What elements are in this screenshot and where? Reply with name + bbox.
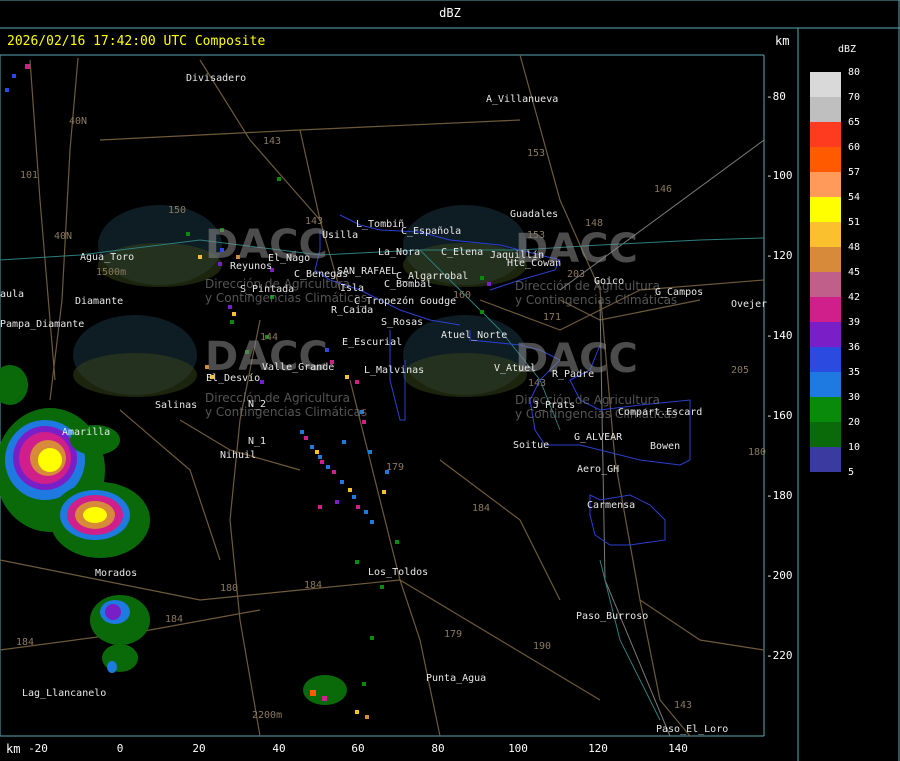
road-label: 180 — [220, 583, 239, 594]
road-label: 143 — [263, 136, 282, 147]
place-label: R_Caida — [331, 305, 374, 316]
road-label: 143 — [305, 216, 324, 227]
place-label: L_Malvinas — [364, 365, 425, 376]
watermark-sub1: Dirección de Agricultura — [515, 279, 660, 293]
place-label: El_Nago — [268, 253, 311, 264]
place-label: N_1 — [248, 436, 267, 447]
place-label: Usilla — [322, 230, 359, 241]
place-label: Soitue — [513, 440, 550, 451]
place-label: Valle_Grande — [262, 362, 335, 373]
place-label: G_ALVEAR — [574, 432, 623, 443]
watermark-sub2: y Contingencias Climáticas — [205, 405, 367, 419]
road-label: 184 — [472, 503, 491, 514]
place-label: Guadales — [510, 209, 559, 220]
place-label: C_Bombal — [384, 279, 433, 290]
place-label: aula — [0, 289, 25, 300]
place-label: E_Escurial — [342, 337, 403, 348]
place-label: R_Padre — [552, 369, 595, 380]
place-label: Hte_Cowan — [507, 258, 562, 269]
watermark-sub2: y Contingencias Climáticas — [515, 293, 677, 307]
place-label: J_Prats — [533, 400, 576, 411]
place-label: S_Pintada — [240, 284, 295, 295]
road-label: 205 — [731, 365, 750, 376]
road-label: 40N — [69, 116, 88, 127]
road-label: 179 — [386, 462, 405, 473]
road-label: 1500m — [96, 267, 127, 278]
place-label: Ovejer — [731, 299, 768, 310]
place-label: Salinas — [155, 400, 198, 411]
place-label: N_2 — [248, 399, 267, 410]
place-label: Compart.Escard — [618, 407, 703, 418]
place-label: Amarilla — [62, 427, 111, 438]
road-label: 153 — [527, 230, 546, 241]
place-label: La_Nora — [378, 247, 421, 258]
place-label: L_Tombiñ — [356, 219, 405, 230]
place-label: Pampa_Diamante — [0, 319, 85, 330]
road-label: 153 — [527, 148, 546, 159]
road-label: 148 — [585, 218, 604, 229]
place-label: El_Desvío — [206, 373, 261, 384]
place-label: S_Rosas — [381, 317, 424, 328]
road-label: 40N — [54, 231, 73, 242]
road-label: 184 — [16, 637, 35, 648]
road-label: 171 — [543, 312, 562, 323]
place-label: Goudge — [420, 296, 457, 307]
place-label: Paso_El_Loro — [656, 724, 729, 735]
road-label: 2200m — [252, 710, 283, 721]
watermark-text-layer: DACC Dirección de Agricultura y Continge… — [205, 222, 677, 421]
road-label: 203 — [567, 269, 586, 280]
road-label: 184 — [304, 580, 323, 591]
road-label: 146 — [654, 184, 673, 195]
place-label: Los_Toldos — [368, 567, 429, 578]
place-label: Divisadero — [186, 73, 247, 84]
place-label: Morados — [95, 568, 138, 579]
place-label: Nihuil — [220, 450, 257, 461]
place-label: SAN_RAFAEL — [337, 266, 398, 277]
place-label: Diamante — [75, 296, 124, 307]
place-label: Lag_Llancanelo — [22, 688, 107, 699]
place-label: Carmensa — [587, 500, 636, 511]
place-label: Bowen — [650, 441, 681, 452]
place-label: V_Atuel — [494, 363, 537, 374]
road-label: 101 — [20, 170, 39, 181]
place-label: Isla — [340, 283, 365, 294]
road-label: 184 — [165, 614, 184, 625]
road-label: 190 — [533, 641, 552, 652]
road-label: 144 — [260, 332, 279, 343]
place-label: Reyunos — [230, 261, 273, 272]
place-label: G_Campos — [655, 287, 704, 298]
place-label: Aero_GH — [577, 464, 620, 475]
road-label: 150 — [168, 205, 187, 216]
road-label: 180 — [748, 447, 767, 458]
place-label: Goico — [594, 276, 625, 287]
place-label: Punta_Agua — [426, 673, 487, 684]
road-label: 179 — [444, 629, 463, 640]
place-label: Agua_Toro — [80, 252, 135, 263]
place-label: A_Villanueva — [486, 94, 559, 105]
place-label: Paso_Burroso — [576, 611, 649, 622]
road-label: 160 — [453, 290, 472, 301]
road-label: 143 — [674, 700, 693, 711]
place-label: C_Española — [401, 226, 462, 237]
road-label: 143 — [528, 378, 547, 389]
place-label: Atuel_Norte — [441, 330, 508, 341]
watermark-sub1: Dirección de Agricultura — [205, 391, 350, 405]
place-label: C_Elena — [441, 247, 484, 258]
